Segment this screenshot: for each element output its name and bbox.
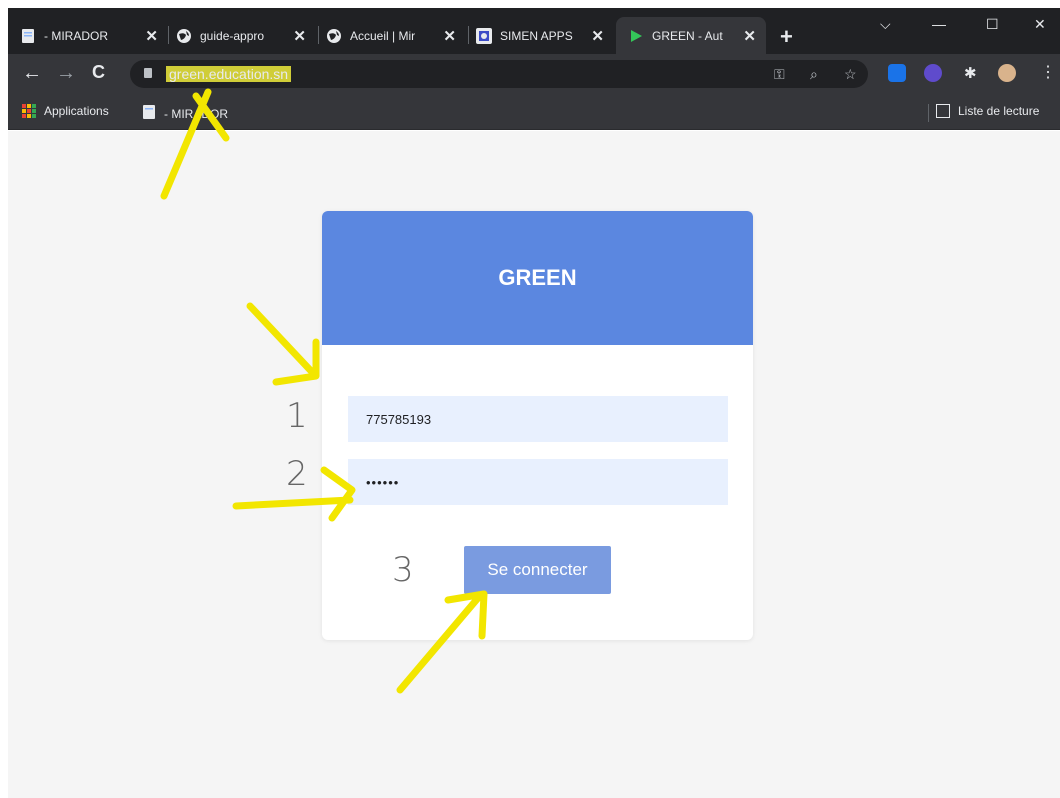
tab-accueil[interactable]: Accueil | Mir ✕ (326, 17, 466, 54)
reading-list-icon (936, 104, 950, 118)
tab-title: Accueil | Mir (350, 28, 416, 43)
play-icon (628, 28, 644, 44)
globe-icon (326, 28, 342, 44)
reading-list-button[interactable]: Liste de lecture (936, 104, 1039, 118)
login-card-header: GREEN (322, 211, 753, 345)
bookmarks-divider (928, 104, 929, 122)
bookmark-star-icon[interactable]: ☆ (844, 66, 857, 83)
password-field[interactable] (348, 459, 728, 505)
maximize-button[interactable]: ☐ (986, 16, 999, 33)
extension-icon[interactable] (924, 64, 942, 82)
close-icon[interactable]: ✕ (591, 27, 604, 45)
bookmark-mirador[interactable]: - MIRADOR (142, 104, 228, 123)
tab-separator (168, 26, 169, 44)
key-icon[interactable]: ⚿ (774, 66, 785, 83)
tab-strip: - MIRADOR ✕ guide-appro ✕ Accueil | Mir … (8, 8, 1060, 54)
zoom-icon[interactable]: ⌕ (810, 66, 818, 83)
lock-icon (144, 68, 152, 78)
new-tab-button[interactable]: + (780, 24, 793, 50)
extension-icon[interactable] (888, 64, 906, 82)
bookmark-applications[interactable]: Applications (22, 104, 109, 118)
window-close-button[interactable]: ✕ (1034, 16, 1046, 33)
close-icon[interactable]: ✕ (743, 27, 756, 45)
tab-title: GREEN - Aut (652, 28, 723, 43)
browser-toolbar: ← → C green.education.sn ⚿ ⌕ ☆ ✱ ⋮ (8, 54, 1060, 94)
bookmark-label: Applications (44, 104, 109, 118)
tab-guide-appro[interactable]: guide-appro ✕ (176, 17, 316, 54)
menu-icon[interactable]: ⋮ (1040, 62, 1056, 82)
minimize-button[interactable]: — (932, 16, 946, 32)
step-1-annotation: 1 (286, 396, 308, 436)
avatar[interactable] (998, 64, 1016, 82)
app-icon (476, 27, 492, 44)
tab-title: SIMEN APPS (500, 28, 573, 43)
login-card: GREEN Se connecter (322, 211, 753, 640)
apps-grid-icon (22, 104, 36, 118)
reading-list-label: Liste de lecture (958, 104, 1040, 118)
close-icon[interactable]: ✕ (443, 27, 456, 45)
page-content: GREEN Se connecter (8, 131, 1060, 798)
login-title: GREEN (498, 265, 577, 290)
bookmark-label: - MIRADOR (164, 106, 228, 121)
bookmarks-bar: Applications - MIRADOR Liste de lecture (8, 94, 1060, 130)
tab-separator (318, 26, 319, 44)
tab-search-icon[interactable]: ⌵ (880, 16, 891, 33)
step-2-annotation: 2 (286, 454, 308, 494)
puzzle-icon[interactable]: ✱ (964, 64, 977, 82)
reload-button[interactable]: C (92, 62, 105, 83)
back-button[interactable]: ← (22, 62, 42, 85)
forward-button[interactable]: → (56, 62, 76, 85)
tab-simen-apps[interactable]: SIMEN APPS ✕ (476, 17, 614, 54)
username-field[interactable] (348, 396, 728, 442)
close-icon[interactable]: ✕ (293, 27, 306, 45)
globe-icon (176, 28, 192, 44)
document-icon (20, 28, 36, 44)
tab-separator (468, 26, 469, 44)
address-bar[interactable]: green.education.sn ⚿ ⌕ ☆ (130, 60, 868, 88)
close-icon[interactable]: ✕ (145, 27, 158, 45)
address-url[interactable]: green.education.sn (166, 66, 292, 82)
step-3-annotation: 3 (392, 550, 414, 590)
tab-title: - MIRADOR (44, 28, 108, 43)
tab-mirador[interactable]: - MIRADOR ✕ (20, 17, 168, 54)
tab-title: guide-appro (200, 28, 265, 43)
login-button[interactable]: Se connecter (464, 546, 611, 594)
document-icon (142, 104, 156, 123)
tab-green[interactable]: GREEN - Aut ✕ (616, 17, 766, 54)
